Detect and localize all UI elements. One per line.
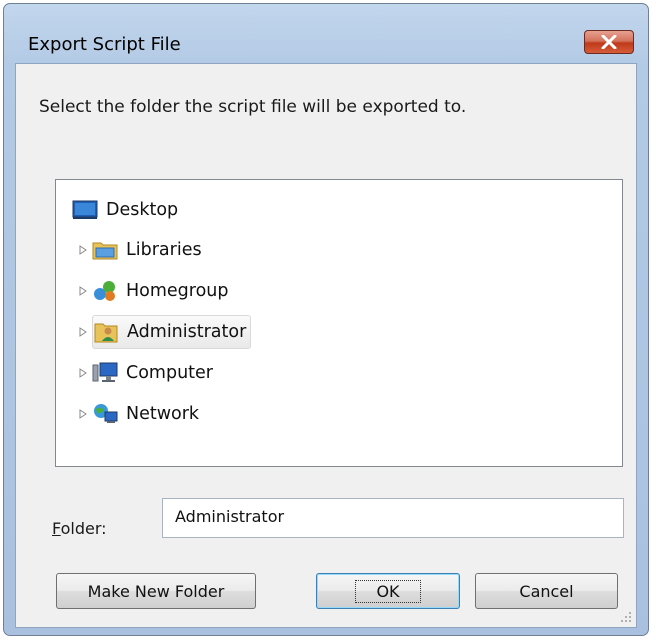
dialog-window: Export Script File Select the folder the… bbox=[3, 3, 649, 636]
cancel-button[interactable]: Cancel bbox=[475, 573, 618, 609]
instruction-text: Select the folder the script file will b… bbox=[39, 97, 467, 117]
tree-item-desktop[interactable]: Desktop bbox=[72, 194, 178, 226]
user-folder-icon bbox=[93, 319, 119, 345]
tree-item-label: Network bbox=[126, 404, 200, 424]
expand-icon[interactable] bbox=[76, 234, 90, 266]
close-icon bbox=[601, 35, 617, 49]
tree-item-label: Homegroup bbox=[126, 281, 229, 301]
ok-button[interactable]: OK bbox=[316, 573, 460, 609]
expand-icon[interactable] bbox=[76, 316, 90, 348]
expand-icon[interactable] bbox=[76, 398, 90, 430]
libraries-icon bbox=[92, 237, 118, 263]
folder-label-rest: older: bbox=[60, 519, 107, 538]
tree-item-libraries[interactable]: Libraries bbox=[76, 234, 202, 266]
folder-input[interactable]: Administrator bbox=[162, 498, 624, 538]
cancel-label: Cancel bbox=[519, 581, 574, 601]
homegroup-icon bbox=[92, 278, 118, 304]
computer-icon bbox=[92, 360, 118, 386]
network-icon bbox=[92, 401, 118, 427]
ok-label: OK bbox=[355, 579, 421, 603]
tree-item-computer[interactable]: Computer bbox=[76, 357, 213, 389]
folder-label-accelerator: F bbox=[52, 519, 61, 538]
tree-item-label: Desktop bbox=[106, 200, 179, 220]
tree-item-administrator[interactable]: Administrator bbox=[76, 315, 252, 349]
selection-highlight: Administrator bbox=[92, 315, 252, 349]
tree-item-label: Administrator bbox=[127, 322, 247, 342]
close-button[interactable] bbox=[584, 30, 634, 54]
make-new-folder-label: Make New Folder bbox=[87, 581, 225, 601]
folder-tree[interactable]: Desktop Libraries Homegroup Administrato… bbox=[55, 179, 623, 467]
tree-item-label: Libraries bbox=[126, 240, 202, 260]
make-new-folder-button[interactable]: Make New Folder bbox=[56, 573, 256, 609]
tree-item-homegroup[interactable]: Homegroup bbox=[76, 275, 229, 307]
desktop-icon bbox=[72, 197, 98, 223]
tree-item-network[interactable]: Network bbox=[76, 398, 199, 430]
expand-icon[interactable] bbox=[76, 275, 90, 307]
folder-label: Folder: bbox=[52, 519, 107, 538]
expand-icon[interactable] bbox=[76, 357, 90, 389]
resize-grip[interactable] bbox=[620, 611, 632, 623]
dialog-title: Export Script File bbox=[28, 34, 181, 55]
dialog-client-area: Select the folder the script file will b… bbox=[15, 63, 637, 628]
tree-item-label: Computer bbox=[126, 363, 213, 383]
